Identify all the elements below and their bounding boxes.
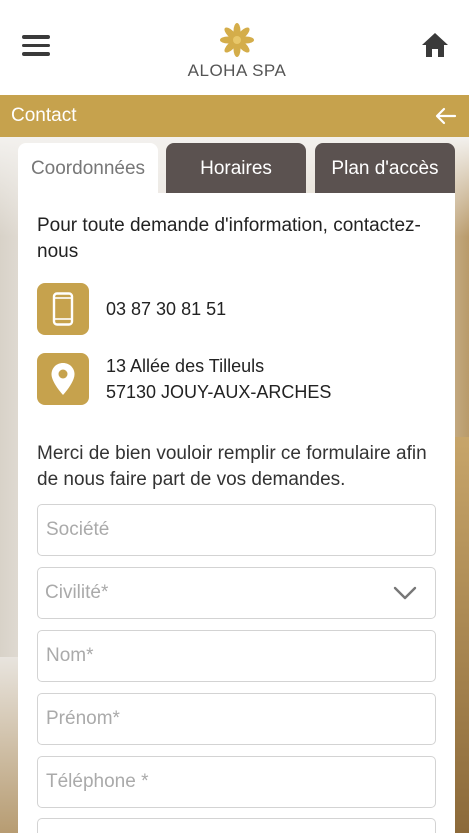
firstname-input[interactable] bbox=[38, 694, 435, 744]
civility-placeholder: Civilité* bbox=[45, 582, 109, 603]
phone-input[interactable] bbox=[38, 757, 435, 807]
address-row[interactable]: 13 Allée des Tilleuls 57130 JOUY-AUX-ARC… bbox=[37, 353, 331, 405]
app-header: ALOHA SPA bbox=[0, 0, 469, 95]
chevron-down-icon bbox=[393, 586, 417, 600]
phone-row[interactable]: 03 87 30 81 51 bbox=[37, 283, 226, 335]
phone-number[interactable]: 03 87 30 81 51 bbox=[106, 296, 226, 322]
brand-name: ALOHA SPA bbox=[187, 61, 287, 80]
hamburger-menu-icon[interactable] bbox=[22, 35, 50, 57]
page-title-bar: Contact bbox=[0, 95, 469, 137]
lotus-flower-icon bbox=[220, 23, 254, 57]
lastname-field[interactable] bbox=[37, 630, 436, 682]
smartphone-icon bbox=[37, 283, 89, 335]
form-instructions: Merci de bien vouloir remplir ce formula… bbox=[37, 443, 427, 490]
contact-intro: Pour toute demande d'information, contac… bbox=[37, 215, 421, 262]
next-field[interactable] bbox=[37, 818, 436, 833]
tab-horaires[interactable]: Horaires bbox=[166, 143, 306, 195]
arrow-left-icon[interactable] bbox=[435, 105, 457, 127]
contact-tabs: Coordonnées Horaires Plan d'accès bbox=[18, 143, 455, 195]
address: 13 Allée des Tilleuls 57130 JOUY-AUX-ARC… bbox=[106, 353, 331, 405]
map-pin-icon bbox=[37, 353, 89, 405]
lastname-input[interactable] bbox=[38, 631, 435, 681]
contact-panel: Pour toute demande d'information, contac… bbox=[18, 193, 455, 833]
brand-logo[interactable]: ALOHA SPA bbox=[184, 22, 290, 81]
civility-select[interactable]: Civilité* bbox=[37, 567, 436, 619]
home-icon[interactable] bbox=[420, 30, 450, 60]
firstname-field[interactable] bbox=[37, 693, 436, 745]
address-line-1: 13 Allée des Tilleuls bbox=[106, 356, 265, 376]
phone-field[interactable] bbox=[37, 756, 436, 808]
tab-plan-acces[interactable]: Plan d'accès bbox=[315, 143, 455, 195]
company-field[interactable] bbox=[37, 504, 436, 556]
page-title: Contact bbox=[11, 105, 77, 126]
address-line-2: 57130 JOUY-AUX-ARCHES bbox=[106, 382, 332, 402]
tab-coordonnees[interactable]: Coordonnées bbox=[18, 143, 158, 195]
company-input[interactable] bbox=[38, 505, 435, 555]
